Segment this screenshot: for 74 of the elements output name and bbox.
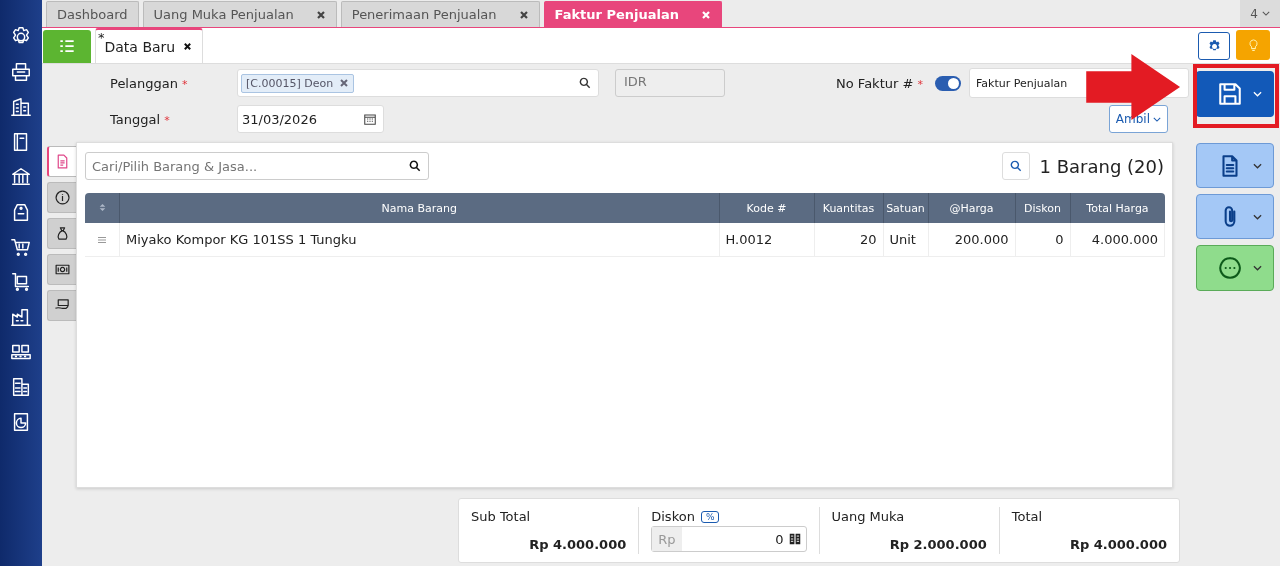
settings-button[interactable] <box>1198 32 1230 60</box>
close-icon[interactable] <box>518 9 529 20</box>
bank-icon[interactable] <box>10 166 32 188</box>
section-tab[interactable] <box>47 218 76 249</box>
table-cell: 4.000.000 <box>1070 223 1165 257</box>
building-icon[interactable] <box>10 96 32 118</box>
section-tab[interactable] <box>47 290 76 321</box>
save-button[interactable] <box>1196 71 1274 117</box>
module-tab[interactable]: Dashboard <box>46 1 139 27</box>
save-icon <box>1216 81 1243 107</box>
document-button[interactable] <box>1196 143 1274 188</box>
remove-icon[interactable] <box>339 78 350 88</box>
caret-icon <box>1252 91 1262 97</box>
total-value: Rp 4.000.000 <box>1069 537 1167 552</box>
column-header[interactable]: Total Harga <box>1070 193 1165 223</box>
module-tab[interactable]: Faktur Penjualan <box>543 1 723 27</box>
column-header[interactable]: Satuan <box>883 193 928 223</box>
customer-label: Pelanggan * <box>110 75 189 91</box>
customer-chip[interactable]: [C.00015] Deon <box>241 73 355 93</box>
search-icon[interactable] <box>578 76 592 90</box>
search-button[interactable] <box>1001 152 1030 180</box>
more-button[interactable] <box>1196 245 1274 291</box>
factory-icon[interactable] <box>10 306 32 328</box>
trolley-icon[interactable] <box>10 271 32 293</box>
caret-icon <box>1252 213 1262 220</box>
auto-number-toggle[interactable] <box>935 75 961 91</box>
caret-icon <box>1252 265 1262 271</box>
printer-icon[interactable] <box>10 61 32 83</box>
sub-total-value: Rp 4.000.000 <box>529 537 627 552</box>
more-icon <box>1216 255 1243 281</box>
caret-icon <box>1153 116 1161 122</box>
discount-label: Diskon <box>651 509 695 524</box>
date-label: Tanggal * <box>110 111 171 127</box>
calculator-icon[interactable] <box>787 532 802 546</box>
tab-count-dropdown[interactable]: 4 <box>1240 0 1280 27</box>
calendar-icon[interactable] <box>363 112 377 126</box>
column-header[interactable]: Diskon <box>1015 193 1070 223</box>
customer-field[interactable]: [C.00015] Deon <box>237 69 599 97</box>
column-header[interactable]: Nama Barang <box>119 193 719 223</box>
table-cell: 200.000 <box>928 223 1015 257</box>
item-count: 1 Barang (20) <box>1039 155 1164 177</box>
table-cell: 0 <box>1015 223 1070 257</box>
search-icon <box>408 159 422 173</box>
column-header[interactable]: @Harga <box>928 193 1015 223</box>
caret-icon <box>1252 162 1262 169</box>
discount-field[interactable]: Rp 0 <box>651 526 807 552</box>
total-label: Total <box>1011 509 1044 524</box>
close-icon[interactable] <box>315 9 326 20</box>
date-field[interactable]: 31/03/2026 <box>237 105 384 133</box>
table-cell: Miyako Kompor KG 101SS 1 Tungku <box>119 223 719 257</box>
module-tab[interactable]: Penerimaan Penjualan <box>340 1 540 27</box>
module-tab[interactable]: Uang Muka Penjualan <box>142 1 337 27</box>
currency-field: IDR <box>615 69 725 97</box>
table-cell: Unit <box>883 223 928 257</box>
section-tab[interactable] <box>47 182 76 213</box>
close-icon[interactable] <box>183 42 193 51</box>
column-header[interactable]: Kuantitas <box>814 193 883 223</box>
table-cell: 20 <box>814 223 883 257</box>
percent-toggle[interactable]: % <box>700 510 720 523</box>
down-payment-value: Rp 2.000.000 <box>889 537 987 552</box>
item-search-field[interactable]: Cari/Pilih Barang & Jasa... <box>85 152 429 180</box>
attach-button[interactable] <box>1196 194 1274 239</box>
section-tab[interactable] <box>47 254 76 285</box>
table-cell: H.0012 <box>719 223 814 257</box>
info-icon <box>53 189 71 206</box>
cart-icon[interactable] <box>10 236 32 258</box>
invoice-number-label: No Faktur # * <box>836 75 923 91</box>
drag-handle-icon[interactable] <box>97 236 107 244</box>
down-payment-label: Uang Muka <box>831 509 906 524</box>
search-icon <box>1008 159 1023 173</box>
column-header[interactable]: Kode # <box>719 193 814 223</box>
caret-icon <box>1261 11 1270 16</box>
sort-icon <box>98 202 106 212</box>
sub-total-label: Sub Total <box>471 509 532 524</box>
